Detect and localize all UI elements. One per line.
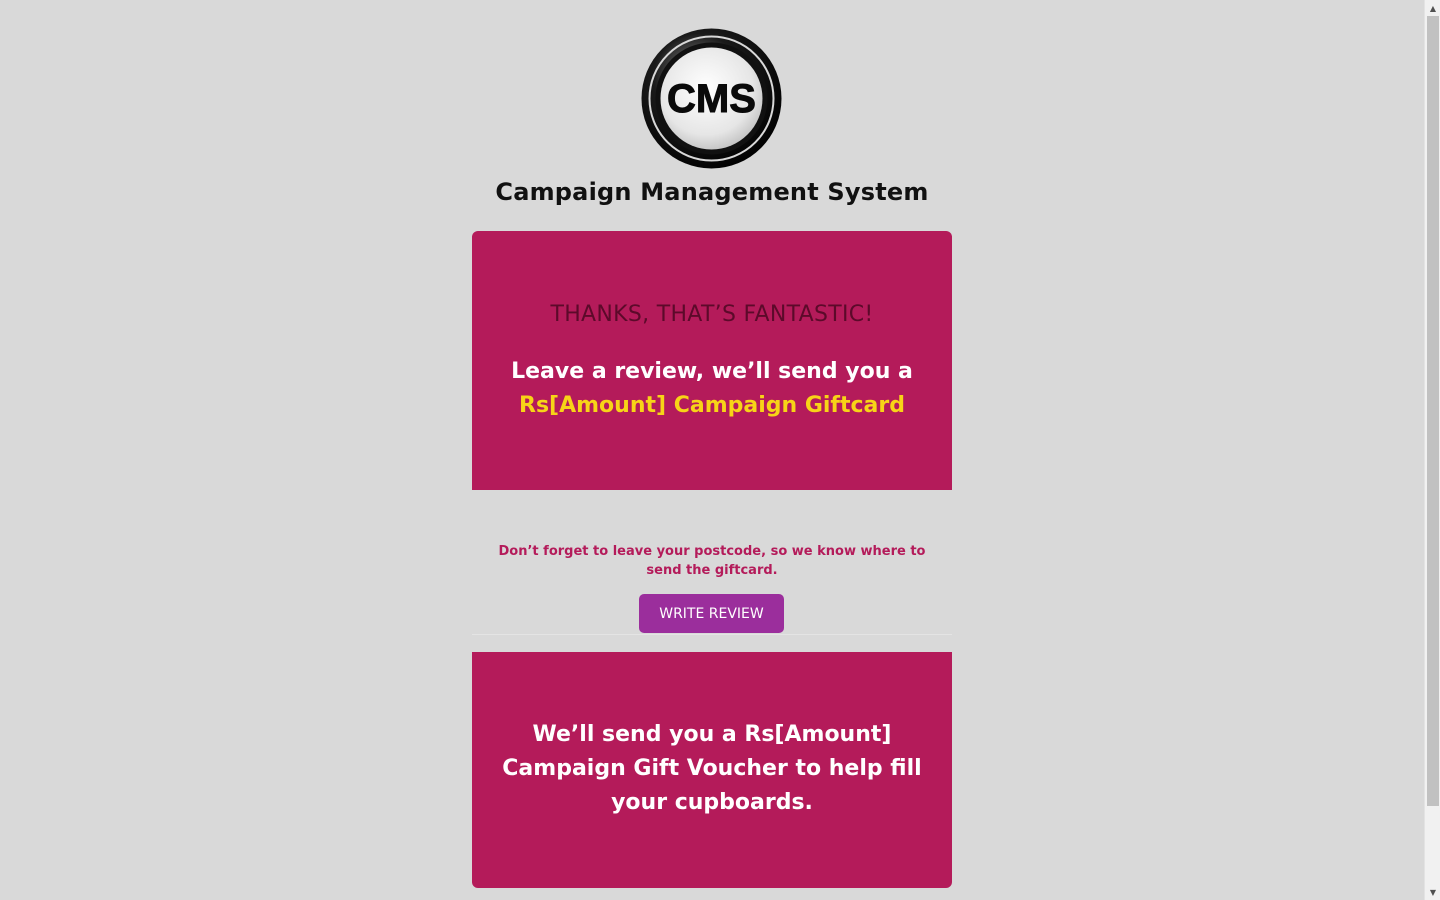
scroll-up-icon[interactable]: ▲ bbox=[1425, 0, 1440, 16]
scrollbar-thumb[interactable] bbox=[1427, 16, 1439, 806]
thanks-heading: THANKS, THAT’S FANTASTIC! bbox=[550, 302, 874, 327]
voucher-text: We’ll send you a Rs[Amount] Campaign Gif… bbox=[502, 722, 922, 815]
page: CMS Campaign Management System THANKS, T… bbox=[0, 0, 1424, 900]
review-offer: Leave a review, we’ll send you a Rs[Amou… bbox=[472, 355, 952, 423]
divider bbox=[472, 634, 952, 635]
scroll-down-icon[interactable]: ▼ bbox=[1425, 884, 1440, 900]
voucher-panel: We’ll send you a Rs[Amount] Campaign Gif… bbox=[472, 652, 952, 888]
write-review-button[interactable]: WRITE REVIEW bbox=[639, 594, 784, 633]
vertical-scrollbar[interactable]: ▲ ▼ bbox=[1424, 0, 1440, 900]
giftcard-text: Rs[Amount] Campaign Giftcard bbox=[519, 393, 905, 418]
postcode-reminder: Don’t forget to leave your postcode, so … bbox=[498, 544, 926, 578]
review-offer-line: Leave a review, we’ll send you a bbox=[511, 359, 913, 384]
cms-logo: CMS bbox=[641, 28, 782, 169]
site-title: Campaign Management System bbox=[495, 178, 929, 206]
logo-text: CMS bbox=[667, 77, 756, 121]
thanks-panel: THANKS, THAT’S FANTASTIC! Leave a review… bbox=[472, 231, 952, 490]
